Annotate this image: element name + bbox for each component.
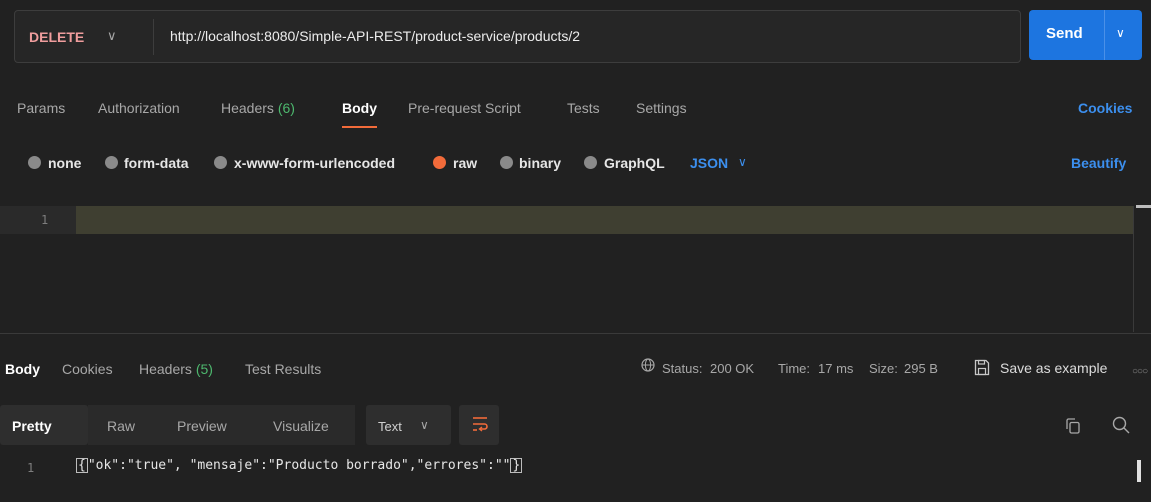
radio-raw-label[interactable]: raw bbox=[453, 155, 477, 171]
response-tab-body[interactable]: Body bbox=[5, 361, 40, 377]
editor-active-line[interactable] bbox=[0, 206, 1133, 234]
url-input[interactable]: http://localhost:8080/Simple-API-REST/pr… bbox=[170, 28, 580, 44]
divider bbox=[153, 19, 154, 55]
radio-urlencoded-label[interactable]: x-www-form-urlencoded bbox=[234, 155, 395, 171]
divider bbox=[1133, 206, 1134, 332]
radio-binary[interactable] bbox=[500, 156, 513, 169]
send-button-label[interactable]: Send bbox=[1046, 25, 1083, 42]
tab-authorization[interactable]: Authorization bbox=[98, 100, 180, 116]
size-label: Size: bbox=[869, 361, 898, 376]
radio-graphql[interactable] bbox=[584, 156, 597, 169]
cookies-link[interactable]: Cookies bbox=[1078, 100, 1132, 116]
editor-gutter bbox=[0, 206, 76, 234]
copy-icon[interactable] bbox=[1066, 418, 1080, 434]
radio-urlencoded[interactable] bbox=[214, 156, 227, 169]
response-tab-cookies[interactable]: Cookies bbox=[62, 361, 113, 377]
language-select[interactable]: JSON bbox=[690, 155, 728, 171]
radio-none-label[interactable]: none bbox=[48, 155, 81, 171]
response-tab-headers[interactable]: Headers (5) bbox=[139, 361, 213, 377]
wrap-lines-button[interactable] bbox=[459, 405, 499, 445]
tab-body[interactable]: Body bbox=[342, 100, 377, 116]
tab-settings[interactable]: Settings bbox=[636, 100, 687, 116]
response-headers-count: (5) bbox=[195, 361, 213, 377]
tab-headers-label: Headers bbox=[221, 100, 274, 116]
radio-none[interactable] bbox=[28, 156, 41, 169]
response-tab-headers-label: Headers bbox=[139, 361, 192, 377]
chevron-down-icon[interactable]: ∨ bbox=[107, 28, 117, 44]
wrap-lines-icon bbox=[473, 417, 488, 432]
more-options-icon[interactable]: ○○○ bbox=[1132, 366, 1148, 377]
globe-icon[interactable] bbox=[641, 358, 655, 372]
brace-match-close: } bbox=[510, 458, 523, 473]
send-button[interactable]: Send ∨ bbox=[1029, 10, 1142, 60]
format-tab-pretty[interactable]: Pretty bbox=[12, 418, 52, 434]
active-tab-indicator bbox=[342, 126, 377, 128]
format-tab-preview[interactable]: Preview bbox=[177, 418, 227, 434]
response-body-content: "ok":"true", "mensaje":"Producto borrado… bbox=[87, 458, 511, 473]
tab-prerequest-script[interactable]: Pre-request Script bbox=[408, 100, 521, 116]
radio-graphql-label[interactable]: GraphQL bbox=[604, 155, 665, 171]
radio-form-data[interactable] bbox=[105, 156, 118, 169]
brace-match-open: { bbox=[76, 458, 88, 473]
radio-binary-label[interactable]: binary bbox=[519, 155, 561, 171]
tab-tests[interactable]: Tests bbox=[567, 100, 600, 116]
status-value[interactable]: 200 OK bbox=[710, 361, 754, 376]
beautify-link[interactable]: Beautify bbox=[1071, 155, 1126, 171]
editor-scrollbar[interactable] bbox=[1136, 205, 1151, 208]
save-icon[interactable] bbox=[974, 359, 990, 376]
time-value[interactable]: 17 ms bbox=[818, 361, 853, 376]
editor-line-number: 1 bbox=[41, 213, 49, 227]
tab-params[interactable]: Params bbox=[17, 100, 65, 116]
save-as-example-button[interactable]: Save as example bbox=[1000, 360, 1107, 376]
time-label: Time: bbox=[778, 361, 811, 376]
chevron-down-icon[interactable]: ∨ bbox=[1116, 26, 1125, 40]
request-url-bar: DELETE ∨ http://localhost:8080/Simple-AP… bbox=[14, 10, 1021, 63]
headers-count: (6) bbox=[277, 100, 295, 116]
response-scrollbar[interactable] bbox=[1137, 460, 1141, 482]
pane-divider[interactable] bbox=[0, 333, 1151, 334]
text-mode-label[interactable]: Text bbox=[378, 419, 402, 434]
tab-headers[interactable]: Headers (6) bbox=[221, 100, 295, 116]
response-line-number: 1 bbox=[27, 461, 35, 475]
search-icon[interactable] bbox=[1112, 416, 1130, 434]
response-body-line[interactable]: {"ok":"true", "mensaje":"Producto borrad… bbox=[76, 458, 523, 473]
method-select[interactable]: DELETE bbox=[29, 29, 84, 45]
divider bbox=[1104, 10, 1105, 60]
radio-raw[interactable] bbox=[433, 156, 446, 169]
format-tab-visualize[interactable]: Visualize bbox=[273, 418, 329, 434]
status-label: Status: bbox=[662, 361, 703, 376]
format-tab-raw[interactable]: Raw bbox=[107, 418, 135, 434]
size-value[interactable]: 295 B bbox=[904, 361, 938, 376]
chevron-down-icon[interactable]: ∨ bbox=[420, 418, 429, 432]
chevron-down-icon[interactable]: ∨ bbox=[738, 155, 747, 169]
radio-form-data-label[interactable]: form-data bbox=[124, 155, 189, 171]
response-tab-test-results[interactable]: Test Results bbox=[245, 361, 321, 377]
text-mode-select[interactable]: Text ∨ bbox=[366, 405, 451, 445]
